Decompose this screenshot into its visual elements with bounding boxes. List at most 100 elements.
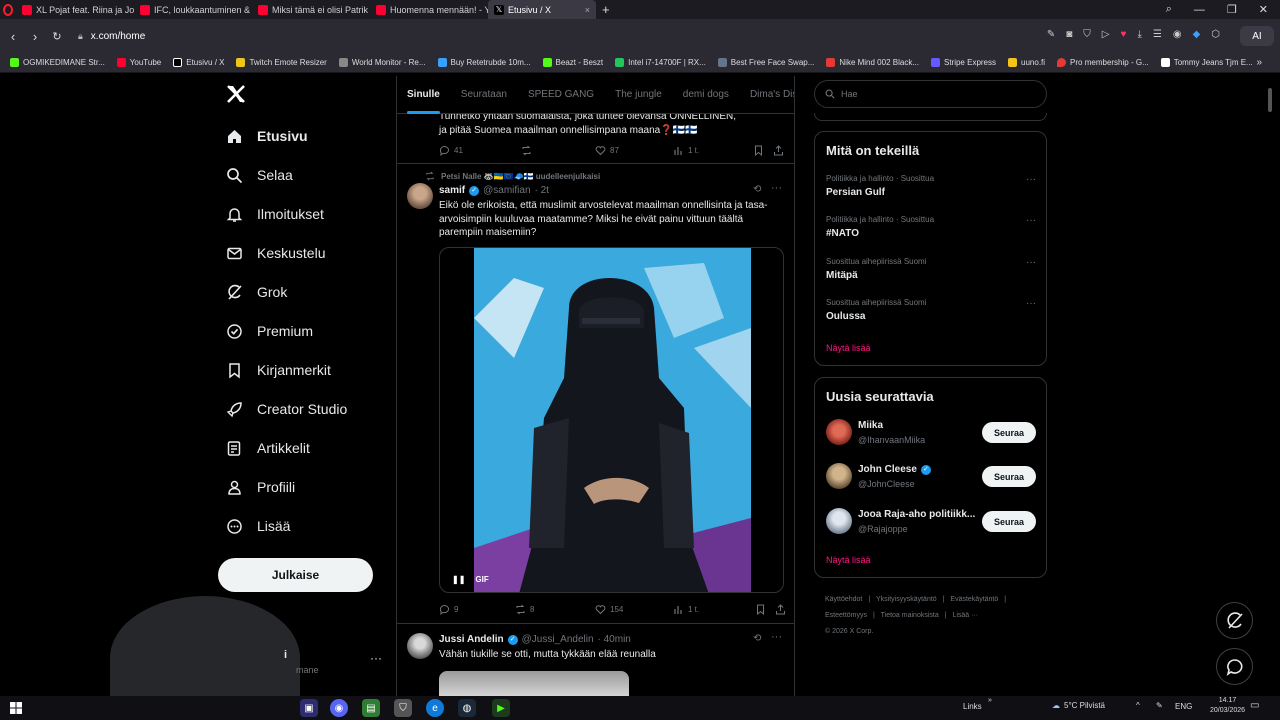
follow-button[interactable]: Seuraa (982, 422, 1036, 443)
browser-tab-active[interactable]: 𝕏 Etusivu / X × (488, 0, 596, 19)
extension-icon[interactable]: ◆ (1193, 29, 1201, 40)
bookmark[interactable]: Tommy Jeans Tjm E... (1160, 58, 1253, 67)
bookmark-button[interactable] (755, 604, 775, 615)
minimize-icon[interactable]: — (1194, 4, 1205, 16)
shield-icon[interactable]: ⛉ (394, 699, 412, 717)
footer-link[interactable]: Evästekäytäntö (950, 596, 998, 603)
like-button[interactable]: 87 (595, 145, 673, 156)
views-button[interactable]: 1 t. (673, 604, 755, 615)
grok-icon[interactable]: ⟲ (753, 633, 761, 644)
profile-icon[interactable]: ◉ (1173, 29, 1182, 40)
search-tabs-icon[interactable]: ⌕ (1166, 3, 1172, 16)
browser-tab[interactable]: Miksi tämä ei olisi Patrik L× (252, 0, 370, 19)
footer-link[interactable]: Esteettömyys (825, 612, 867, 619)
more-options-icon[interactable]: ··· (1026, 257, 1036, 268)
bookmark[interactable]: Twitch Emote Resizer (236, 58, 327, 67)
browser-tab[interactable]: Huomenna mennään! - Yo× (370, 0, 488, 19)
footer-link[interactable]: Käyttöehdot (825, 596, 862, 603)
more-options-icon[interactable]: ··· (1026, 215, 1036, 226)
follow-button[interactable]: Seuraa (982, 466, 1036, 487)
scrollbar-thumb[interactable] (1268, 88, 1272, 112)
author-name[interactable]: Jussi Andelin (439, 634, 504, 645)
forward-icon[interactable]: › (24, 29, 46, 44)
tweet-time[interactable]: · 2t (535, 185, 549, 196)
tweet-time[interactable]: · 40min (598, 634, 631, 645)
download-icon[interactable]: ⤓ (1137, 29, 1141, 40)
nav-item-profile[interactable]: Profiili (226, 476, 295, 498)
views-button[interactable]: 1 t. (673, 145, 753, 156)
x-logo-icon[interactable] (226, 84, 246, 106)
reload-icon[interactable]: ↻ (46, 30, 68, 43)
pen-icon[interactable]: ✎ (1156, 701, 1163, 710)
bookmark[interactable]: Pro membership - G... (1057, 58, 1149, 67)
clock[interactable]: 14.17 20/03/2026 (1210, 696, 1245, 716)
avatar[interactable] (407, 633, 433, 659)
avatar[interactable] (407, 183, 433, 209)
tab-demi-dogs[interactable]: demi dogs (683, 76, 729, 114)
discord-icon[interactable]: ◉ (330, 699, 348, 717)
like-button[interactable]: 154 (595, 604, 673, 615)
tweet-media[interactable]: ❚❚ GIF (439, 247, 784, 593)
browser-tab[interactable]: XL Pojat feat. Riina ja Joni× (16, 0, 134, 19)
notifications-icon[interactable]: ▭ (1250, 700, 1259, 711)
bookmark[interactable]: Best Free Face Swap... (717, 58, 814, 67)
toolbar-overflow-icon[interactable]: » (988, 697, 992, 704)
cube-icon[interactable]: ⬡ (1211, 29, 1220, 40)
bookmark[interactable]: YouTube (116, 58, 161, 67)
steam-icon[interactable]: ◍ (458, 699, 476, 717)
bookmarks-overflow-icon[interactable]: » (1256, 57, 1262, 68)
follow-button[interactable]: Seuraa (982, 511, 1036, 532)
menu-icon[interactable]: ☰ (1153, 29, 1162, 40)
bookmark-button[interactable] (753, 145, 773, 156)
search-input[interactable] (841, 89, 1021, 99)
reply-button[interactable]: 9 (439, 604, 515, 615)
nav-item-premium[interactable]: Premium (226, 320, 313, 342)
windows-start-icon[interactable] (7, 699, 25, 717)
tray-overflow-icon[interactable]: ^ (1136, 701, 1140, 710)
avatar[interactable] (826, 463, 852, 489)
bookmark[interactable]: Intel i7-14700F | RX... (615, 58, 706, 67)
share-button[interactable] (773, 144, 784, 156)
bookmark[interactable]: Buy Retetrubde 10m... (437, 58, 531, 67)
author-handle[interactable]: @Jussi_Andelin (522, 634, 594, 645)
browser-tab[interactable]: IFC, loukkaantuminen & V× (134, 0, 252, 19)
heart-icon[interactable]: ♥ (1121, 29, 1127, 40)
messages-button[interactable] (1216, 648, 1253, 685)
bookmark[interactable]: Stripe Express (930, 58, 996, 67)
ai-button[interactable]: AI (1240, 26, 1274, 46)
browser-menu-icon[interactable] (0, 0, 16, 19)
url-field[interactable]: 🔒︎ x.com/home (78, 31, 145, 42)
author-name[interactable]: samif (439, 185, 465, 196)
kick-icon[interactable]: ▶ (492, 699, 510, 717)
links-toolbar[interactable]: Links (963, 702, 982, 711)
repost-button[interactable]: 8 (515, 604, 595, 615)
maximize-icon[interactable]: ❐ (1227, 3, 1237, 16)
show-more-link[interactable]: Näytä lisää (826, 343, 871, 353)
footer-link[interactable]: Yksityisyyskäytäntö (876, 596, 937, 603)
more-options-icon[interactable]: ··· (771, 182, 782, 194)
nav-item-home[interactable]: Etusivu (226, 125, 308, 147)
tweet-media[interactable] (439, 671, 629, 696)
weather-widget[interactable]: ☁ 5°C Pilvistä (1052, 701, 1105, 710)
reply-button[interactable]: 41 (439, 145, 521, 156)
bookmark[interactable]: Beazt - Beszt (542, 58, 603, 67)
grok-icon[interactable]: ⟲ (753, 184, 761, 195)
close-window-icon[interactable]: ✕ (1259, 3, 1268, 16)
grok-button[interactable] (1216, 602, 1253, 639)
tab-the-jungle[interactable]: The jungle (615, 76, 662, 114)
nav-item-notifications[interactable]: Ilmoitukset (226, 203, 324, 225)
avatar[interactable] (826, 508, 852, 534)
post-button[interactable]: Julkaise (218, 558, 373, 592)
nav-item-grok[interactable]: Grok (226, 281, 287, 303)
follow-name[interactable]: Jooa Raja-aho politiikk... (858, 509, 976, 520)
back-icon[interactable]: ‹ (2, 29, 24, 44)
more-options-icon[interactable]: ··· (771, 631, 782, 643)
show-more-link[interactable]: Näytä lisää (826, 555, 871, 565)
author-handle[interactable]: @samifian (483, 185, 530, 196)
more-options-icon[interactable]: ··· (1026, 298, 1036, 309)
nav-item-creator-studio[interactable]: Creator Studio (226, 398, 347, 420)
nav-item-messages[interactable]: Keskustelu (226, 242, 325, 264)
bookmark[interactable]: uuno.fi (1008, 58, 1045, 67)
edge-icon[interactable]: e (426, 699, 444, 717)
share-button[interactable] (775, 603, 786, 615)
